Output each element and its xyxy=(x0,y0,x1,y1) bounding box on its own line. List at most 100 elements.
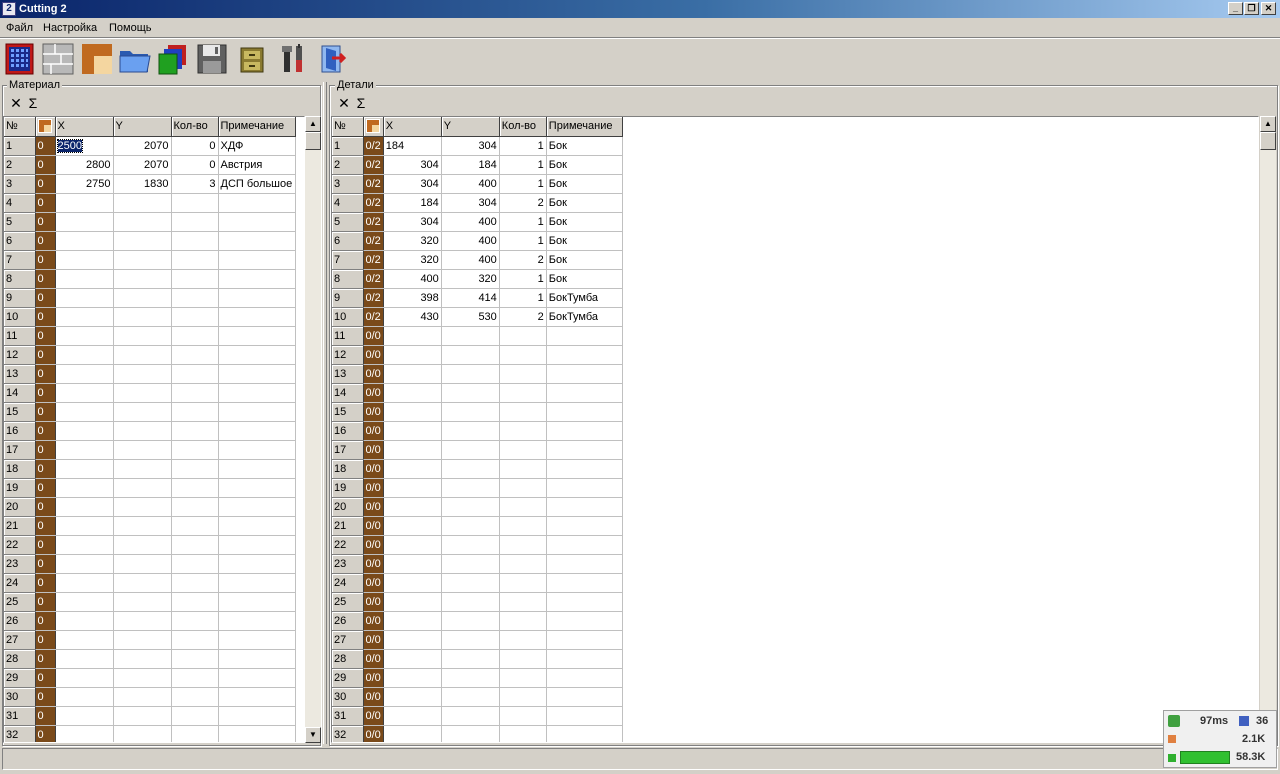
table-row[interactable]: 25 0 xyxy=(4,592,296,612)
texture-cell[interactable]: 0 xyxy=(35,535,56,555)
quantity-cell[interactable]: 3 xyxy=(171,174,219,194)
x-cell[interactable] xyxy=(55,364,114,384)
y-cell[interactable] xyxy=(441,592,500,612)
texture-cell[interactable]: 0/0 xyxy=(363,535,384,555)
quantity-cell[interactable] xyxy=(171,573,219,593)
table-row[interactable]: 30 0/0 xyxy=(332,687,623,707)
save-icon[interactable] xyxy=(195,42,229,76)
scroll-thumb[interactable] xyxy=(1260,132,1276,150)
table-row[interactable]: 24 0/0 xyxy=(332,573,623,593)
y-cell[interactable] xyxy=(441,516,500,536)
x-cell[interactable] xyxy=(383,345,442,365)
y-cell[interactable] xyxy=(113,459,172,479)
quantity-cell[interactable] xyxy=(171,250,219,270)
note-cell[interactable] xyxy=(546,364,623,384)
table-row[interactable]: 12 0/0 xyxy=(332,345,623,365)
y-cell[interactable] xyxy=(441,725,500,742)
table-row[interactable]: 25 0/0 xyxy=(332,592,623,612)
note-cell[interactable]: Австрия xyxy=(218,155,296,175)
quantity-cell[interactable] xyxy=(499,516,547,536)
note-cell[interactable] xyxy=(218,269,296,289)
note-cell[interactable] xyxy=(218,307,296,327)
x-cell[interactable] xyxy=(55,649,114,669)
texture-cell[interactable]: 0/2 xyxy=(363,250,384,270)
y-cell[interactable] xyxy=(441,649,500,669)
texture-cell[interactable]: 0/0 xyxy=(363,383,384,403)
y-cell[interactable] xyxy=(441,364,500,384)
quantity-cell[interactable] xyxy=(171,497,219,517)
network-monitor-widget[interactable]: 97ms 36 2.1K 58.3K xyxy=(1163,710,1277,768)
quantity-cell[interactable] xyxy=(499,573,547,593)
note-cell[interactable] xyxy=(546,535,623,555)
column-header-note[interactable]: Примечание xyxy=(218,117,296,137)
texture-cell[interactable]: 0 xyxy=(35,725,56,742)
material-clear-button[interactable]: ✕ xyxy=(8,96,24,111)
texture-cell[interactable]: 0 xyxy=(35,440,56,460)
quantity-cell[interactable]: 1 xyxy=(499,231,547,251)
texture-cell[interactable]: 0/2 xyxy=(363,212,384,232)
x-cell[interactable] xyxy=(55,459,114,479)
quantity-cell[interactable]: 1 xyxy=(499,288,547,308)
table-row[interactable]: 2 0/2 304 184 1 Бок xyxy=(332,155,623,175)
texture-cell[interactable]: 0/2 xyxy=(363,136,384,156)
y-cell[interactable]: 2070 xyxy=(113,155,172,175)
material-texture-icon[interactable] xyxy=(80,42,114,76)
x-cell[interactable]: 2800 xyxy=(55,155,114,175)
note-cell[interactable]: БокТумба xyxy=(546,307,623,327)
note-cell[interactable] xyxy=(218,687,296,707)
quantity-cell[interactable] xyxy=(171,478,219,498)
x-cell[interactable]: 320 xyxy=(383,231,442,251)
note-cell[interactable] xyxy=(546,706,623,726)
y-cell[interactable] xyxy=(113,231,172,251)
x-cell[interactable] xyxy=(55,212,114,232)
table-row[interactable]: 21 0/0 xyxy=(332,516,623,536)
texture-cell[interactable]: 0/0 xyxy=(363,402,384,422)
texture-cell[interactable]: 0/2 xyxy=(363,155,384,175)
y-cell[interactable] xyxy=(113,421,172,441)
y-cell[interactable] xyxy=(113,250,172,270)
table-row[interactable]: 19 0/0 xyxy=(332,478,623,498)
column-header-quantity[interactable]: Кол-во xyxy=(499,117,547,137)
quantity-cell[interactable]: 0 xyxy=(171,155,219,175)
quantity-cell[interactable] xyxy=(171,516,219,536)
texture-cell[interactable]: 0/2 xyxy=(363,288,384,308)
texture-cell[interactable]: 0 xyxy=(35,364,56,384)
note-cell[interactable] xyxy=(218,497,296,517)
column-header-x[interactable]: X xyxy=(383,117,442,137)
table-row[interactable]: 10 0 xyxy=(4,307,296,327)
table-row[interactable]: 10 0/2 430 530 2 БокТумба xyxy=(332,307,623,327)
texture-cell[interactable]: 0 xyxy=(35,649,56,669)
table-row[interactable]: 9 0/2 398 414 1 БокТумба xyxy=(332,288,623,308)
texture-cell[interactable]: 0 xyxy=(35,155,56,175)
y-cell[interactable] xyxy=(113,668,172,688)
y-cell[interactable] xyxy=(113,630,172,650)
note-cell[interactable] xyxy=(546,725,623,742)
y-cell[interactable] xyxy=(441,687,500,707)
texture-cell[interactable]: 0/0 xyxy=(363,345,384,365)
open-multiple-icon[interactable] xyxy=(156,42,190,76)
texture-cell[interactable]: 0 xyxy=(35,174,56,194)
table-row[interactable]: 31 0/0 xyxy=(332,706,623,726)
texture-cell[interactable]: 0 xyxy=(35,383,56,403)
note-cell[interactable]: Бок xyxy=(546,174,623,194)
quantity-cell[interactable] xyxy=(499,592,547,612)
y-cell[interactable] xyxy=(113,307,172,327)
y-cell[interactable] xyxy=(441,402,500,422)
texture-cell[interactable]: 0/0 xyxy=(363,554,384,574)
x-cell[interactable] xyxy=(55,687,114,707)
quantity-cell[interactable] xyxy=(171,326,219,346)
scroll-up-arrow-icon[interactable]: ▲ xyxy=(1260,116,1276,132)
table-row[interactable]: 31 0 xyxy=(4,706,296,726)
texture-cell[interactable]: 0/0 xyxy=(363,440,384,460)
quantity-cell[interactable] xyxy=(499,687,547,707)
texture-cell[interactable]: 0 xyxy=(35,231,56,251)
y-cell[interactable] xyxy=(113,383,172,403)
quantity-cell[interactable] xyxy=(171,459,219,479)
x-cell[interactable] xyxy=(55,573,114,593)
quantity-cell[interactable] xyxy=(499,706,547,726)
x-cell[interactable] xyxy=(55,307,114,327)
x-cell[interactable] xyxy=(55,725,114,742)
table-row[interactable]: 17 0/0 xyxy=(332,440,623,460)
texture-cell[interactable]: 0 xyxy=(35,326,56,346)
note-cell[interactable] xyxy=(218,478,296,498)
